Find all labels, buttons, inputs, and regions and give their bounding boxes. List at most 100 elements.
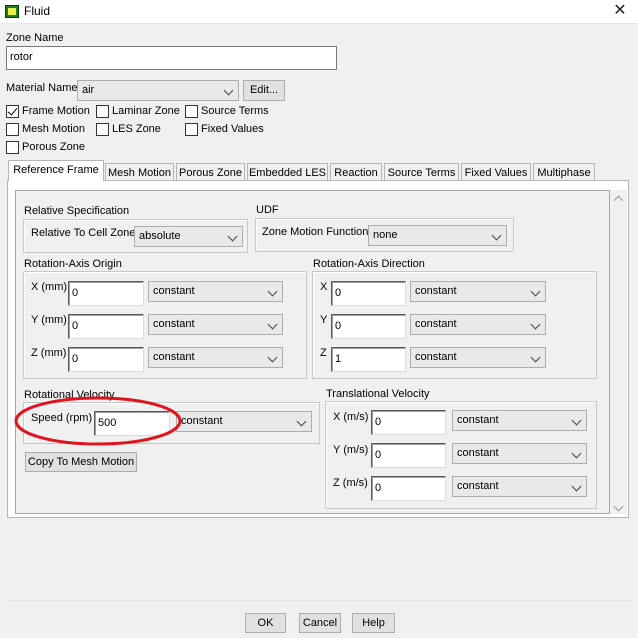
- direction-x-method-select[interactable]: constant: [410, 281, 546, 302]
- les-zone-label: LES Zone: [112, 123, 161, 135]
- chevron-down-icon: [296, 416, 307, 427]
- chevron-down-icon: [530, 286, 541, 297]
- direction-x-input[interactable]: 0: [331, 281, 406, 306]
- origin-z-method-select[interactable]: constant: [148, 347, 283, 368]
- fixed-values-label: Fixed Values: [201, 123, 264, 135]
- zone-name-label: Zone Name: [6, 32, 64, 44]
- relative-spec-title: Relative Specification: [24, 205, 130, 217]
- relative-to-cell-zone-value: absolute: [139, 230, 181, 242]
- tab-source-terms[interactable]: Source Terms: [384, 163, 459, 181]
- chevron-down-icon: [267, 352, 278, 363]
- cancel-button[interactable]: Cancel: [299, 613, 341, 633]
- zone-motion-function-value: none: [373, 229, 398, 241]
- udf-title: UDF: [256, 204, 279, 216]
- origin-x-method-select[interactable]: constant: [148, 281, 283, 302]
- footer-separator: [6, 600, 632, 601]
- porous-zone-checkbox[interactable]: [6, 141, 19, 154]
- frame-motion-checkbox[interactable]: [6, 105, 19, 118]
- trans-y-input[interactable]: 0: [371, 443, 446, 468]
- trans-y-method-value: constant: [457, 447, 499, 459]
- trans-x-method-select[interactable]: constant: [452, 410, 587, 431]
- origin-x-input[interactable]: 0: [68, 281, 144, 306]
- chevron-down-icon: [491, 230, 502, 241]
- fixed-values-checkbox[interactable]: [185, 123, 198, 136]
- zone-name-input[interactable]: rotor: [6, 46, 337, 70]
- origin-z-label: Z (mm): [31, 347, 67, 359]
- tab-embedded-les[interactable]: Embedded LES: [247, 163, 328, 181]
- les-zone-checkbox[interactable]: [96, 123, 109, 136]
- direction-x-label: X: [320, 281, 328, 293]
- title-bar: Fluid ✕: [0, 0, 638, 24]
- tab-mesh-motion[interactable]: Mesh Motion: [105, 163, 174, 181]
- chevron-down-icon: [571, 481, 582, 492]
- direction-y-input[interactable]: 0: [331, 314, 406, 339]
- trans-z-method-value: constant: [457, 480, 499, 492]
- laminar-zone-label: Laminar Zone: [112, 105, 180, 117]
- porous-zone-label: Porous Zone: [22, 141, 85, 153]
- laminar-zone-checkbox[interactable]: [96, 105, 109, 118]
- tab-multiphase[interactable]: Multiphase: [533, 163, 595, 181]
- relative-to-cell-zone-label: Relative To Cell Zone: [31, 227, 136, 239]
- origin-z-input[interactable]: 0: [68, 347, 144, 372]
- vertical-scrollbar[interactable]: [610, 190, 627, 514]
- direction-y-method-select[interactable]: constant: [410, 314, 546, 335]
- translational-velocity-title: Translational Velocity: [326, 388, 430, 400]
- source-terms-checkbox[interactable]: [185, 105, 198, 118]
- source-terms-label: Source Terms: [201, 105, 269, 117]
- chevron-down-icon: [530, 352, 541, 363]
- material-select[interactable]: air: [77, 80, 239, 101]
- tab-porous-zone[interactable]: Porous Zone: [176, 163, 245, 181]
- direction-z-method-select[interactable]: constant: [410, 347, 546, 368]
- trans-x-input[interactable]: 0: [371, 410, 446, 435]
- direction-z-input[interactable]: 1: [331, 347, 406, 372]
- help-button[interactable]: Help: [352, 613, 395, 633]
- trans-z-label: Z (m/s): [333, 477, 368, 489]
- tab-reference-frame[interactable]: Reference Frame: [8, 160, 104, 181]
- chevron-down-icon: [267, 286, 278, 297]
- origin-x-method-value: constant: [153, 285, 195, 297]
- material-name-label: Material Name: [6, 82, 78, 94]
- window-title: Fluid: [24, 4, 51, 18]
- mesh-motion-label: Mesh Motion: [22, 123, 85, 135]
- close-icon[interactable]: ✕: [608, 1, 632, 21]
- origin-y-method-value: constant: [153, 318, 195, 330]
- frame-motion-label: Frame Motion: [22, 105, 90, 117]
- fluent-app-icon: [5, 5, 19, 18]
- trans-x-label: X (m/s): [333, 411, 369, 423]
- origin-y-input[interactable]: 0: [68, 314, 144, 339]
- mesh-motion-checkbox[interactable]: [6, 123, 19, 136]
- chevron-down-icon: [571, 415, 582, 426]
- material-select-value: air: [82, 84, 95, 96]
- origin-y-method-select[interactable]: constant: [148, 314, 283, 335]
- tab-fixed-values[interactable]: Fixed Values: [461, 163, 531, 181]
- edit-material-button[interactable]: Edit...: [243, 80, 285, 101]
- origin-y-label: Y (mm): [31, 314, 67, 326]
- axis-origin-title: Rotation-Axis Origin: [24, 258, 122, 270]
- chevron-down-icon: [227, 231, 238, 242]
- zone-motion-function-select[interactable]: none: [368, 225, 507, 246]
- direction-z-method-value: constant: [415, 351, 457, 363]
- trans-y-label: Y (m/s): [333, 444, 369, 456]
- speed-method-value: constant: [181, 415, 223, 427]
- direction-x-method-value: constant: [415, 285, 457, 297]
- trans-y-method-select[interactable]: constant: [452, 443, 587, 464]
- highlight-ellipse-stroke: [14, 396, 182, 446]
- axis-direction-title: Rotation-Axis Direction: [313, 258, 425, 270]
- direction-y-label: Y: [320, 314, 328, 326]
- chevron-down-icon: [530, 319, 541, 330]
- trans-x-method-value: constant: [457, 414, 499, 426]
- origin-z-method-value: constant: [153, 351, 195, 363]
- tab-reaction[interactable]: Reaction: [330, 163, 382, 181]
- origin-x-label: X (mm): [31, 281, 68, 293]
- highlight-ellipse: [14, 396, 182, 446]
- zone-motion-function-label: Zone Motion Function: [262, 226, 369, 238]
- copy-to-mesh-motion-button[interactable]: Copy To Mesh Motion: [25, 452, 137, 472]
- direction-z-label: Z: [320, 347, 327, 359]
- direction-y-method-value: constant: [415, 318, 457, 330]
- ok-button[interactable]: OK: [245, 613, 286, 633]
- trans-z-method-select[interactable]: constant: [452, 476, 587, 497]
- speed-method-select[interactable]: constant: [176, 411, 312, 432]
- trans-z-input[interactable]: 0: [371, 476, 446, 501]
- relative-to-cell-zone-select[interactable]: absolute: [134, 226, 243, 247]
- chevron-down-icon: [571, 448, 582, 459]
